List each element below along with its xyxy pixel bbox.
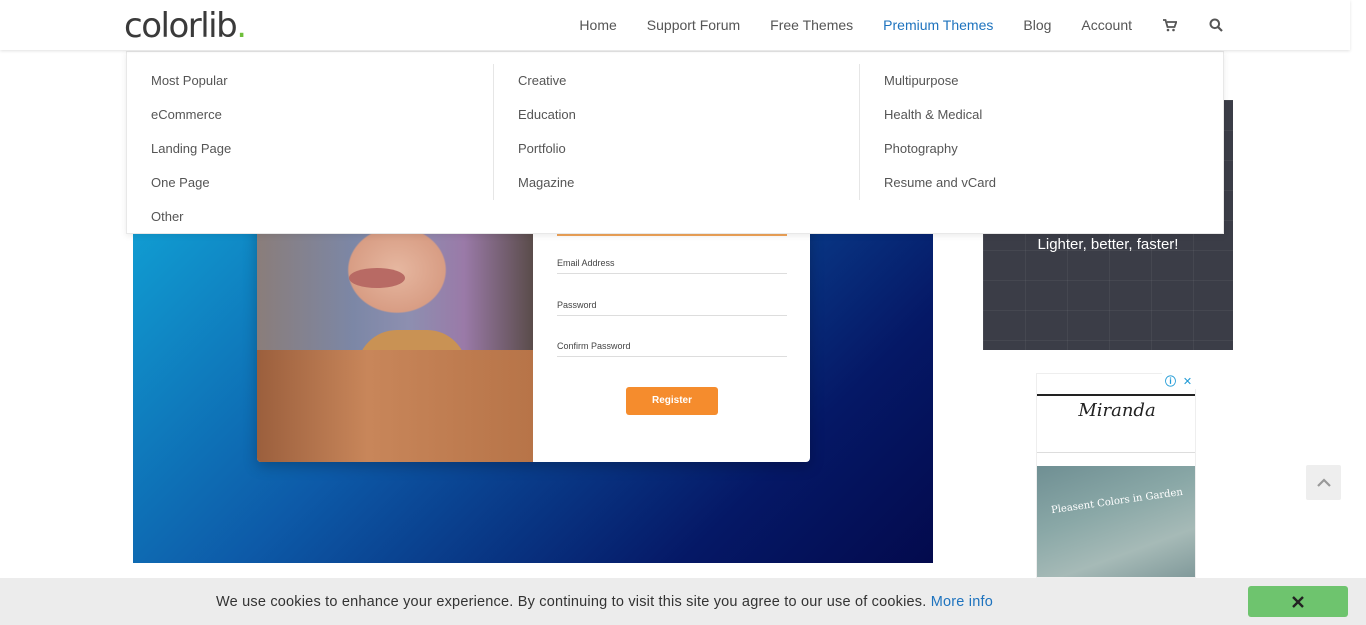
- ad-info-icon[interactable]: ⓘ: [1162, 373, 1179, 389]
- mega-menu-column-1: Most Popular eCommerce Landing Page One …: [127, 64, 493, 234]
- password-field[interactable]: Password: [557, 300, 787, 316]
- cookie-close-button[interactable]: [1248, 586, 1348, 617]
- nav-home[interactable]: Home: [579, 17, 616, 33]
- site-header: colorlib. Home Support Forum Free Themes…: [0, 0, 1350, 50]
- nav-blog[interactable]: Blog: [1023, 17, 1051, 33]
- confirm-password-field[interactable]: Confirm Password: [557, 341, 787, 357]
- menu-photography[interactable]: Photography: [860, 132, 1225, 166]
- premium-themes-mega-menu: Most Popular eCommerce Landing Page One …: [126, 51, 1224, 234]
- ad-garden-image: Pleasent Colors in Garden: [1037, 466, 1195, 577]
- mega-menu-column-3: Multipurpose Health & Medical Photograph…: [859, 64, 1225, 200]
- close-icon: [1292, 595, 1304, 608]
- menu-education[interactable]: Education: [494, 98, 859, 132]
- cookie-message: We use cookies to enhance your experienc…: [216, 594, 993, 610]
- register-button[interactable]: Register: [626, 387, 718, 415]
- menu-most-popular[interactable]: Most Popular: [127, 64, 493, 98]
- ad-caption: Pleasent Colors in Garden: [1050, 486, 1184, 517]
- main-nav: Home Support Forum Free Themes Premium T…: [549, 0, 1224, 50]
- colorlib-logo[interactable]: colorlib.: [124, 6, 247, 46]
- chevron-up-icon: [1316, 478, 1331, 487]
- ad-close-icon[interactable]: ✕: [1179, 373, 1196, 389]
- menu-other[interactable]: Other: [127, 200, 493, 234]
- email-field[interactable]: Email Address: [557, 258, 787, 274]
- menu-portfolio[interactable]: Portfolio: [494, 132, 859, 166]
- menu-magazine[interactable]: Magazine: [494, 166, 859, 200]
- cookie-more-info-link[interactable]: More info: [931, 594, 993, 610]
- ad-miranda-title: Miranda: [1078, 400, 1156, 421]
- menu-multipurpose[interactable]: Multipurpose: [860, 64, 1225, 98]
- menu-resume-vcard[interactable]: Resume and vCard: [860, 166, 1225, 200]
- nav-support-forum[interactable]: Support Forum: [647, 17, 740, 33]
- menu-health-medical[interactable]: Health & Medical: [860, 98, 1225, 132]
- nav-account[interactable]: Account: [1081, 17, 1132, 33]
- cookie-bar: We use cookies to enhance your experienc…: [0, 578, 1366, 625]
- menu-ecommerce[interactable]: eCommerce: [127, 98, 493, 132]
- sidebar-ad-miranda[interactable]: Miranda Pleasent Colors in Garden: [1036, 373, 1196, 578]
- menu-one-page[interactable]: One Page: [127, 166, 493, 200]
- cart-icon[interactable]: [1162, 17, 1178, 33]
- menu-landing-page[interactable]: Landing Page: [127, 132, 493, 166]
- nav-premium-themes[interactable]: Premium Themes: [883, 17, 993, 33]
- ad-choices[interactable]: ⓘ ✕: [1162, 373, 1196, 389]
- search-icon[interactable]: [1208, 17, 1224, 33]
- menu-creative[interactable]: Creative: [494, 64, 859, 98]
- back-to-top-button[interactable]: [1306, 465, 1341, 500]
- nav-free-themes[interactable]: Free Themes: [770, 17, 853, 33]
- ad-tagline: Lighter, better, faster!: [1037, 236, 1179, 253]
- mega-menu-column-2: Creative Education Portfolio Magazine: [493, 64, 859, 200]
